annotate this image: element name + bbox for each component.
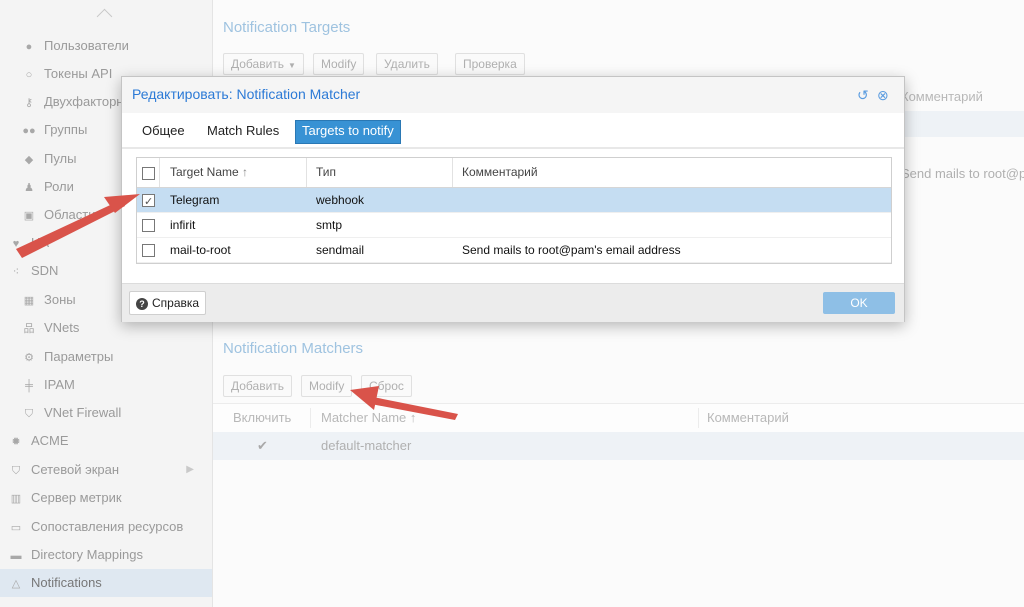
expand-arrow-icon[interactable]: ▶ <box>186 456 194 484</box>
column-divider <box>452 158 453 187</box>
tab-match-rules[interactable]: Match Rules <box>201 120 285 142</box>
ipam-icon: ╪ <box>25 380 33 392</box>
row-checkbox[interactable] <box>142 244 155 257</box>
sidebar-item-options[interactable]: ⚙ Параметры <box>0 343 212 371</box>
row-checkbox[interactable] <box>142 190 155 214</box>
sidebar-item-ipam[interactable]: ╪ IPAM <box>0 371 212 399</box>
users-icon: ●● <box>22 125 36 137</box>
dialog-tabs: Общее Match Rules Targets to notify <box>122 113 904 149</box>
target-name: infirit <box>170 218 196 232</box>
dialog-footer: ? Справка OK <box>122 283 904 322</box>
tab-targets-to-notify[interactable]: Targets to notify <box>295 120 401 144</box>
targets-row-comment: Send mails to root@p <box>901 166 1024 181</box>
target-type: webhook <box>316 193 365 207</box>
check-icon: ✔ <box>257 438 268 453</box>
table-row[interactable]: mail-to-root sendmail Send mails to root… <box>137 238 891 263</box>
help-button[interactable]: ? Справка <box>129 291 207 315</box>
sdn-icon: ⁖ <box>12 266 20 278</box>
table-row[interactable]: Telegram webhook <box>137 188 891 214</box>
column-divider <box>159 158 160 187</box>
tags-icon: ◆ <box>24 154 34 166</box>
shield-icon: ⛉ <box>11 465 21 477</box>
target-comment: Send mails to root@pam's email address <box>462 243 681 257</box>
folder-outline-icon: ▭ <box>10 522 22 534</box>
notification-targets-title: Notification Targets <box>223 19 351 36</box>
reset-icon[interactable]: ↺ <box>857 87 869 104</box>
matchers-col-name[interactable]: Matcher Name ↑ <box>321 404 416 432</box>
matcher-name: default-matcher <box>321 438 412 453</box>
targets-test-button[interactable]: Проверка <box>455 53 525 75</box>
sidebar-item-acme[interactable]: ✹ ACME <box>0 427 212 455</box>
dialog-header: Редактировать: Notification Matcher ↺ ⊗ <box>122 77 904 113</box>
targets-add-button[interactable]: Добавить ▼ <box>223 53 304 75</box>
sidebar-item-vnet-firewall[interactable]: ⛉ VNet Firewall <box>0 399 212 427</box>
column-divider <box>306 158 307 187</box>
folder-icon: ▬ <box>10 550 22 562</box>
gear-icon: ⚙ <box>24 352 34 364</box>
row-checkbox[interactable] <box>142 219 155 232</box>
target-type: sendmail <box>316 243 365 257</box>
matchers-reset-button[interactable]: Сброс <box>361 375 412 397</box>
sidebar-item-resource-mappings[interactable]: ▭ Сопоставления ресурсов <box>0 513 212 541</box>
shield-icon: ⛉ <box>24 408 34 420</box>
tab-general[interactable]: Общее <box>136 120 191 142</box>
sitemap-icon: 品 <box>23 323 35 335</box>
sidebar-item-users[interactable]: ● Пользователи <box>0 32 212 60</box>
scroll-up-chevron-icon[interactable] <box>96 8 113 25</box>
bell-icon: △ <box>11 578 21 590</box>
targets-col-comment: Комментарий <box>901 89 983 104</box>
col-target-name[interactable]: Target Name ↑ <box>170 158 248 187</box>
ok-button[interactable]: OK <box>823 292 895 314</box>
user-outline-icon: ○ <box>25 69 33 81</box>
heartbeat-icon: ♥ <box>12 238 20 250</box>
sidebar-item-metric-server[interactable]: ▥ Сервер метрик <box>0 484 212 512</box>
col-type[interactable]: Тип <box>316 158 336 187</box>
edit-notification-matcher-dialog: Редактировать: Notification Matcher ↺ ⊗ … <box>121 76 905 322</box>
address-book-icon: ▣ <box>23 210 35 222</box>
targets-selected-row[interactable] <box>903 111 1024 137</box>
column-divider <box>310 408 311 428</box>
targets-delete-button[interactable]: Удалить <box>376 53 438 75</box>
column-divider <box>698 408 699 428</box>
targets-table-header: Target Name ↑ Тип Комментарий <box>137 158 891 188</box>
bar-chart-icon: ▥ <box>10 493 22 505</box>
key-icon: ⚷ <box>24 97 34 109</box>
user-icon: ● <box>25 41 33 53</box>
matchers-add-button[interactable]: Добавить <box>223 375 293 397</box>
matchers-grid-header: Включить Matcher Name ↑ Комментарий <box>213 403 1024 433</box>
sidebar-item-directory-mappings[interactable]: ▬ Directory Mappings <box>0 541 212 569</box>
sidebar-item-notifications[interactable]: △ Notifications <box>0 569 212 597</box>
matchers-col-comment[interactable]: Комментарий <box>707 404 789 432</box>
chevron-down-icon: ▼ <box>288 61 296 70</box>
targets-modify-button[interactable]: Modify <box>313 53 365 75</box>
male-icon: ♟ <box>24 182 34 194</box>
matchers-col-enable[interactable]: Включить <box>233 404 291 432</box>
question-icon: ? <box>136 297 148 310</box>
matchers-modify-button[interactable]: Modify <box>301 375 353 397</box>
sort-ascending-icon: ↑ <box>242 165 249 179</box>
targets-table: Target Name ↑ Тип Комментарий Telegram w… <box>136 157 892 264</box>
certificate-icon: ✹ <box>11 436 21 448</box>
table-row[interactable]: ✔ default-matcher <box>213 432 1024 460</box>
target-type: smtp <box>316 218 343 232</box>
sidebar-item-firewall[interactable]: ⛉ Сетевой экран ▶ <box>0 456 212 484</box>
col-comment[interactable]: Комментарий <box>462 158 538 187</box>
grid-icon: ▦ <box>23 295 35 307</box>
select-all-checkbox[interactable] <box>142 167 155 180</box>
table-row[interactable]: infirit smtp <box>137 213 891 238</box>
notification-matchers-title: Notification Matchers <box>223 340 364 357</box>
target-name: Telegram <box>170 193 220 207</box>
target-name: mail-to-root <box>170 243 231 257</box>
dialog-title: Редактировать: Notification Matcher <box>132 86 361 102</box>
close-icon[interactable]: ⊗ <box>877 87 889 104</box>
